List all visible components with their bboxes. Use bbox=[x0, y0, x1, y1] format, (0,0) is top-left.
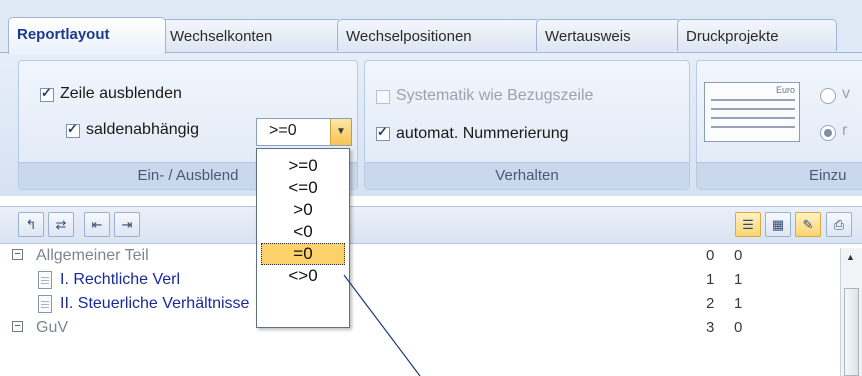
tree-row-col1: 1 bbox=[706, 271, 715, 288]
tab-reportlayout[interactable]: Reportlayout bbox=[8, 17, 166, 54]
tree-view: − Allgemeiner Teil 0 0 I. Rechtliche Ver… bbox=[0, 244, 862, 376]
document-icon bbox=[38, 295, 52, 313]
condition-dropdown-list: >=0 <=0 >0 <0 =0 <>0 bbox=[256, 148, 350, 328]
thumbnail-label: Euro bbox=[775, 85, 795, 95]
tree-row-label: GuV bbox=[36, 319, 69, 336]
collapse-icon[interactable]: − bbox=[12, 321, 23, 332]
option-gt-zero[interactable]: >0 bbox=[257, 199, 349, 221]
saldenabhaengig-label: saldenabhängig bbox=[86, 121, 199, 138]
chevron-down-icon[interactable]: ▼ bbox=[330, 119, 351, 145]
tree-row[interactable]: II. Steuerliche Verhältnisse 2 1 bbox=[0, 294, 860, 316]
thumbnail-lines bbox=[711, 99, 795, 101]
systematik-label: Systematik wie Bezugszeile bbox=[396, 87, 594, 104]
tab-wertausweis[interactable]: Wertausweis bbox=[536, 19, 681, 51]
tab-label: Wechselkonten bbox=[170, 28, 273, 45]
radio-option-2[interactable] bbox=[820, 125, 836, 141]
tree-row-col2: 1 bbox=[734, 271, 743, 288]
tree-row[interactable]: − GuV 3 0 bbox=[0, 318, 860, 340]
tab-druckprojekte[interactable]: Druckprojekte bbox=[677, 19, 837, 51]
radio-option-1[interactable] bbox=[820, 88, 836, 104]
scroll-thumb[interactable] bbox=[844, 288, 859, 376]
option-eq-zero[interactable]: =0 bbox=[261, 243, 345, 265]
tree-row-label: Allgemeiner Teil bbox=[36, 247, 149, 264]
option-lt-zero[interactable]: <0 bbox=[257, 221, 349, 243]
tree-row-col1: 0 bbox=[706, 247, 715, 264]
select-value: >=0 bbox=[269, 122, 297, 139]
group-footer: Verhalten bbox=[365, 162, 689, 189]
tree-toolbar: ↰ ⇄ ⇤ ⇥ ☰ ▦ ✎ ⎙ bbox=[0, 206, 862, 244]
tree-row-col2: 0 bbox=[734, 319, 743, 336]
outdent-icon[interactable]: ⇤ bbox=[84, 212, 110, 237]
tab-wechselpositionen[interactable]: Wechselpositionen bbox=[337, 19, 540, 51]
saldo-condition-select[interactable]: >=0 ▼ bbox=[256, 118, 352, 146]
document-icon bbox=[38, 271, 52, 289]
tree-row[interactable]: I. Rechtliche Verl 1 1 bbox=[0, 270, 860, 292]
tab-label: Reportlayout bbox=[17, 26, 110, 43]
nummerierung-label: automat. Nummerierung bbox=[396, 125, 569, 142]
tab-label: Wechselpositionen bbox=[346, 28, 472, 45]
properties-icon[interactable]: ✎ bbox=[795, 212, 821, 237]
tree-row-col2: 1 bbox=[734, 295, 743, 312]
nummerierung-checkbox[interactable] bbox=[376, 124, 390, 141]
tree-row-col1: 3 bbox=[706, 319, 715, 336]
tab-wechselkonten[interactable]: Wechselkonten bbox=[161, 19, 341, 51]
option-gte-zero[interactable]: >=0 bbox=[257, 155, 349, 177]
tab-label: Wertausweis bbox=[545, 28, 631, 45]
tree-row-label: I. Rechtliche Verl bbox=[60, 271, 181, 288]
tree-row-label: II. Steuerliche Verhältnisse bbox=[60, 295, 250, 312]
radio-label-2: r bbox=[842, 122, 848, 139]
indent-icon[interactable]: ⇥ bbox=[114, 212, 140, 237]
layout-thumbnail[interactable]: Euro bbox=[704, 82, 800, 142]
zeile-ausblenden-checkbox[interactable] bbox=[40, 85, 54, 102]
option-lte-zero[interactable]: <=0 bbox=[257, 177, 349, 199]
grid-view-icon[interactable]: ▦ bbox=[765, 212, 791, 237]
radio-label-1: v bbox=[842, 85, 850, 102]
saldenabhaengig-checkbox[interactable] bbox=[66, 121, 80, 138]
collapse-icon[interactable]: − bbox=[12, 249, 23, 260]
tree-row-col1: 2 bbox=[706, 295, 715, 312]
vertical-scrollbar[interactable]: ▲ bbox=[840, 248, 862, 376]
print-preview-icon[interactable]: ⎙ bbox=[826, 212, 852, 237]
systematik-checkbox[interactable] bbox=[376, 90, 390, 104]
group-footer: Einzu bbox=[697, 162, 862, 189]
zeile-ausblenden-label: Zeile ausblenden bbox=[60, 85, 182, 102]
tab-label: Druckprojekte bbox=[686, 28, 779, 45]
list-view-icon[interactable]: ☰ bbox=[735, 212, 761, 237]
tree-row[interactable]: − Allgemeiner Teil 0 0 bbox=[0, 246, 860, 268]
tree-row-col2: 0 bbox=[734, 247, 743, 264]
scroll-up-icon[interactable]: ▲ bbox=[846, 252, 855, 262]
indent-up-icon[interactable]: ↰ bbox=[18, 212, 44, 237]
option-ne-zero[interactable]: <>0 bbox=[257, 265, 349, 287]
indent-swap-icon[interactable]: ⇄ bbox=[48, 212, 74, 237]
